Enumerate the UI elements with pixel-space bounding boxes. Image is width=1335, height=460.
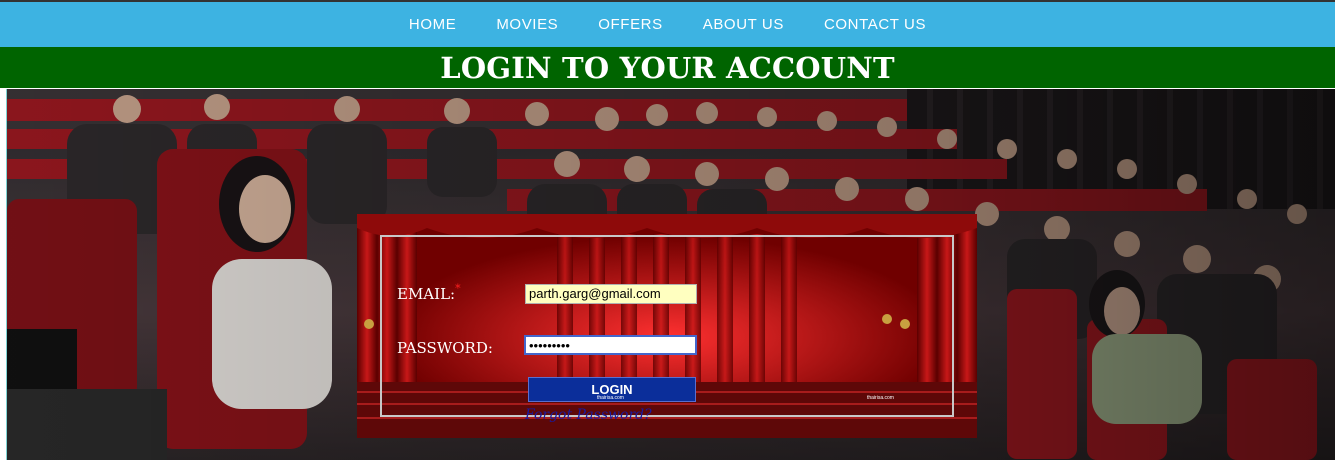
- title-bar: LOGIN TO YOUR ACCOUNT: [0, 47, 1335, 88]
- password-label: PASSWORD:: [397, 339, 493, 357]
- nav-movies[interactable]: MOVIES: [476, 16, 578, 33]
- forgot-password-link[interactable]: Forgot Password?: [525, 407, 652, 423]
- nav-home[interactable]: HOME: [389, 16, 476, 33]
- nav-links: HOME MOVIES OFFERS ABOUT US CONTACT US: [0, 2, 1335, 47]
- left-edge: [0, 89, 7, 460]
- nav-offers[interactable]: OFFERS: [578, 16, 682, 33]
- login-panel: EMAIL:* parth.garg@gmail.com PASSWORD: •…: [357, 214, 977, 438]
- email-field[interactable]: parth.garg@gmail.com: [525, 284, 697, 304]
- navbar: HOME MOVIES OFFERS ABOUT US CONTACT US: [0, 2, 1335, 47]
- page-title: LOGIN TO YOUR ACCOUNT: [440, 50, 895, 85]
- watermark-right: thairisa.com: [867, 395, 894, 401]
- password-field[interactable]: •••••••••: [524, 335, 697, 355]
- form-frame: EMAIL:* parth.garg@gmail.com PASSWORD: •…: [380, 235, 954, 423]
- watermark-left: thairisa.com: [597, 395, 624, 401]
- email-label: EMAIL:*: [397, 282, 461, 303]
- required-mark: *: [455, 282, 461, 295]
- nav-contact-us[interactable]: CONTACT US: [804, 16, 946, 33]
- nav-about-us[interactable]: ABOUT US: [683, 16, 804, 33]
